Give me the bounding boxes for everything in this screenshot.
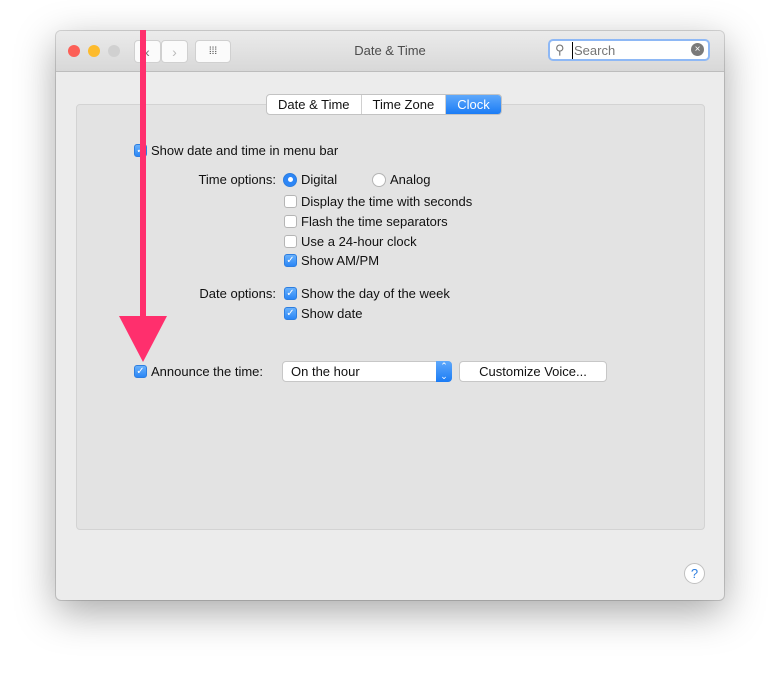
arrow-head-icon <box>119 316 167 362</box>
annotation-arrow <box>119 30 167 362</box>
